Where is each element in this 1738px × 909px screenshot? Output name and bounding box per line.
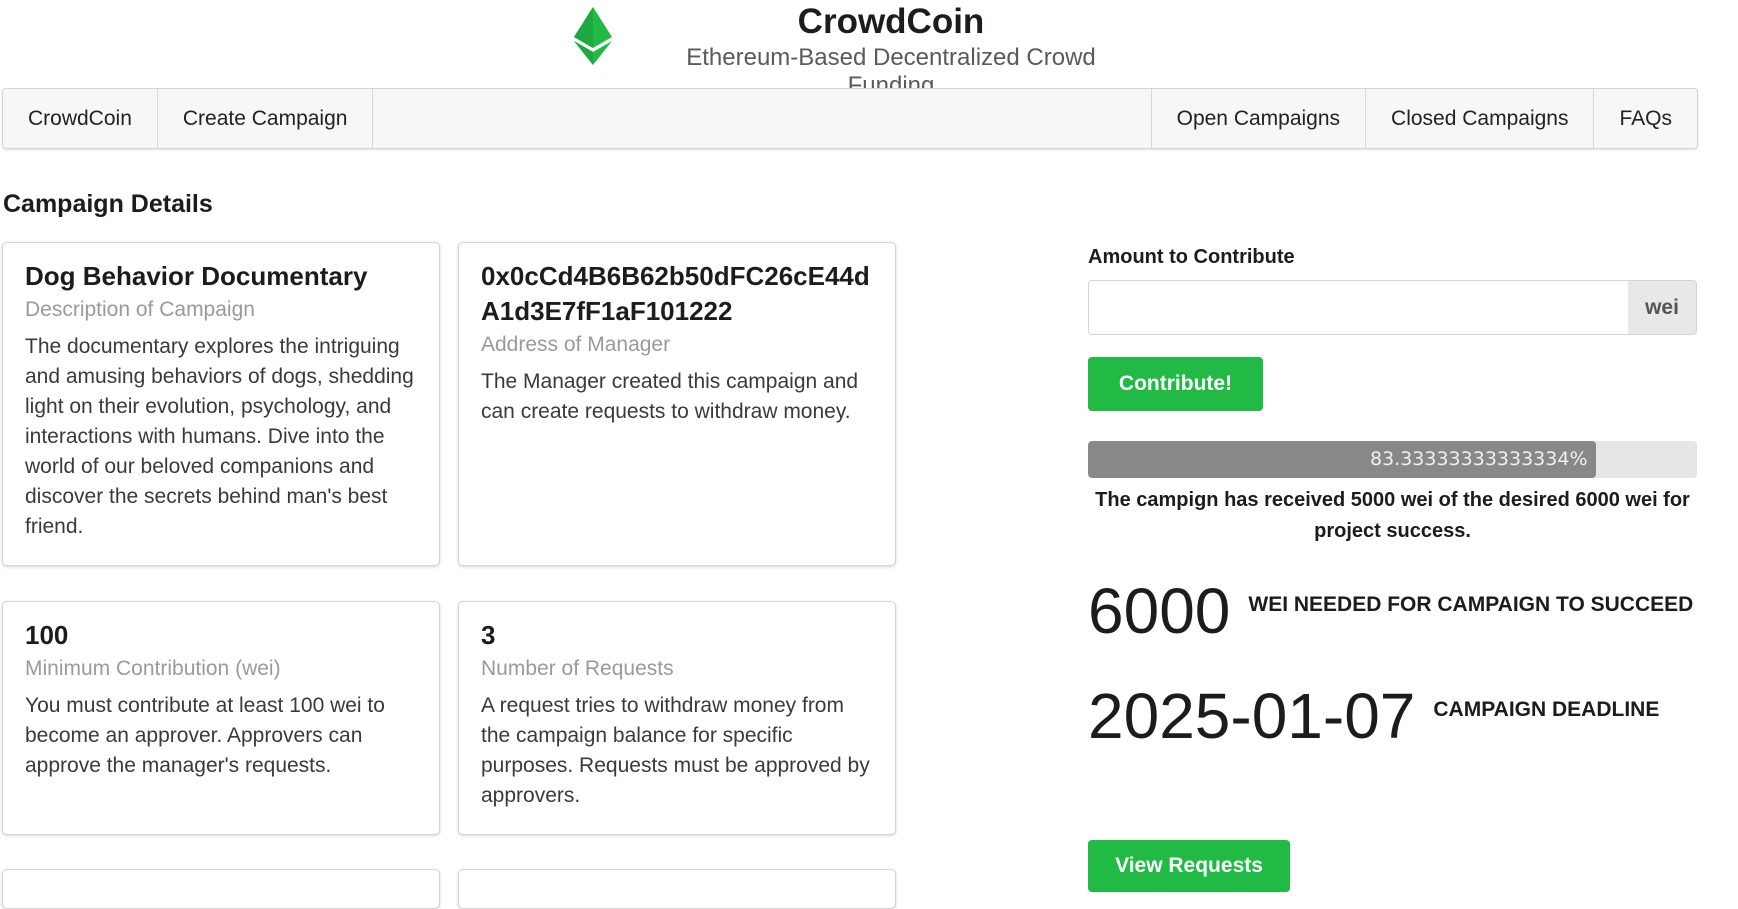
card-header: Dog Behavior Documentary: [25, 261, 368, 291]
top-menu: CrowdCoin Create Campaign Open Campaigns…: [2, 88, 1698, 149]
menu-spacer: [373, 89, 1152, 148]
card-meta: Minimum Contribution (wei): [25, 657, 281, 680]
progress-label: The campign has received 5000 wei of the…: [1095, 489, 1690, 542]
menu-item-closed-campaigns[interactable]: Closed Campaigns: [1366, 89, 1595, 148]
card-meta: Number of Requests: [481, 657, 674, 680]
site-header: CrowdCoin Ethereum-Based Decentralized C…: [0, 0, 1738, 99]
card-partial: [458, 869, 896, 909]
deadline-label: CAMPAIGN DEADLINE: [1433, 698, 1660, 721]
contribute-amount-input[interactable]: [1089, 281, 1628, 334]
progress-percent: 83.33333333333334%: [1369, 448, 1588, 470]
card-meta: Description of Campaign: [25, 298, 255, 321]
unit-label: wei: [1628, 281, 1696, 334]
deadline-statistic: 2025-01-07 CAMPAIGN DEADLINE: [1088, 684, 1659, 748]
card-description-text: A request tries to withdraw money from t…: [481, 694, 870, 807]
card-description-text: The Manager created this campaign and ca…: [481, 370, 859, 423]
contribute-label: Amount to Contribute: [1088, 246, 1295, 268]
card-header: 0x0cCd4B6B62b50dFC26cE44dA1d3E7fF1aF1012…: [481, 261, 870, 326]
view-requests-button[interactable]: View Requests: [1088, 840, 1290, 892]
card-partial: [2, 869, 440, 909]
card-number-of-requests: 3 Number of Requests A request tries to …: [458, 601, 896, 835]
page-title: Campaign Details: [3, 190, 213, 218]
menu-item-create-campaign[interactable]: Create Campaign: [158, 89, 374, 148]
deadline-value: 2025-01-07: [1088, 680, 1416, 752]
goal-label: WEI NEEDED FOR CAMPAIGN TO SUCCEED: [1248, 593, 1694, 616]
funding-progress: 83.33333333333334%: [1088, 441, 1697, 478]
card-manager-address: 0x0cCd4B6B62b50dFC26cE44dA1d3E7fF1aF1012…: [458, 242, 896, 566]
card-minimum-contribution: 100 Minimum Contribution (wei) You must …: [2, 601, 440, 835]
card-description: Dog Behavior Documentary Description of …: [2, 242, 440, 566]
card-description-text: You must contribute at least 100 wei to …: [25, 694, 385, 777]
card-description-text: The documentary explores the intriguing …: [25, 335, 414, 538]
card-meta: Address of Manager: [481, 333, 671, 356]
contribute-button[interactable]: Contribute!: [1088, 357, 1263, 411]
menu-item-faqs[interactable]: FAQs: [1594, 89, 1697, 148]
goal-value: 6000: [1088, 575, 1231, 647]
brand-title: CrowdCoin: [797, 2, 985, 41]
contribute-field: wei: [1088, 280, 1697, 335]
menu-item-open-campaigns[interactable]: Open Campaigns: [1152, 89, 1367, 148]
ethereum-icon: [574, 7, 612, 65]
menu-item-crowdcoin[interactable]: CrowdCoin: [3, 89, 158, 148]
goal-statistic: 6000 WEI NEEDED FOR CAMPAIGN TO SUCCEED: [1088, 579, 1693, 643]
progress-bar-fill: 83.33333333333334%: [1088, 441, 1596, 478]
card-header: 3: [481, 620, 496, 650]
card-header: 100: [25, 620, 69, 650]
